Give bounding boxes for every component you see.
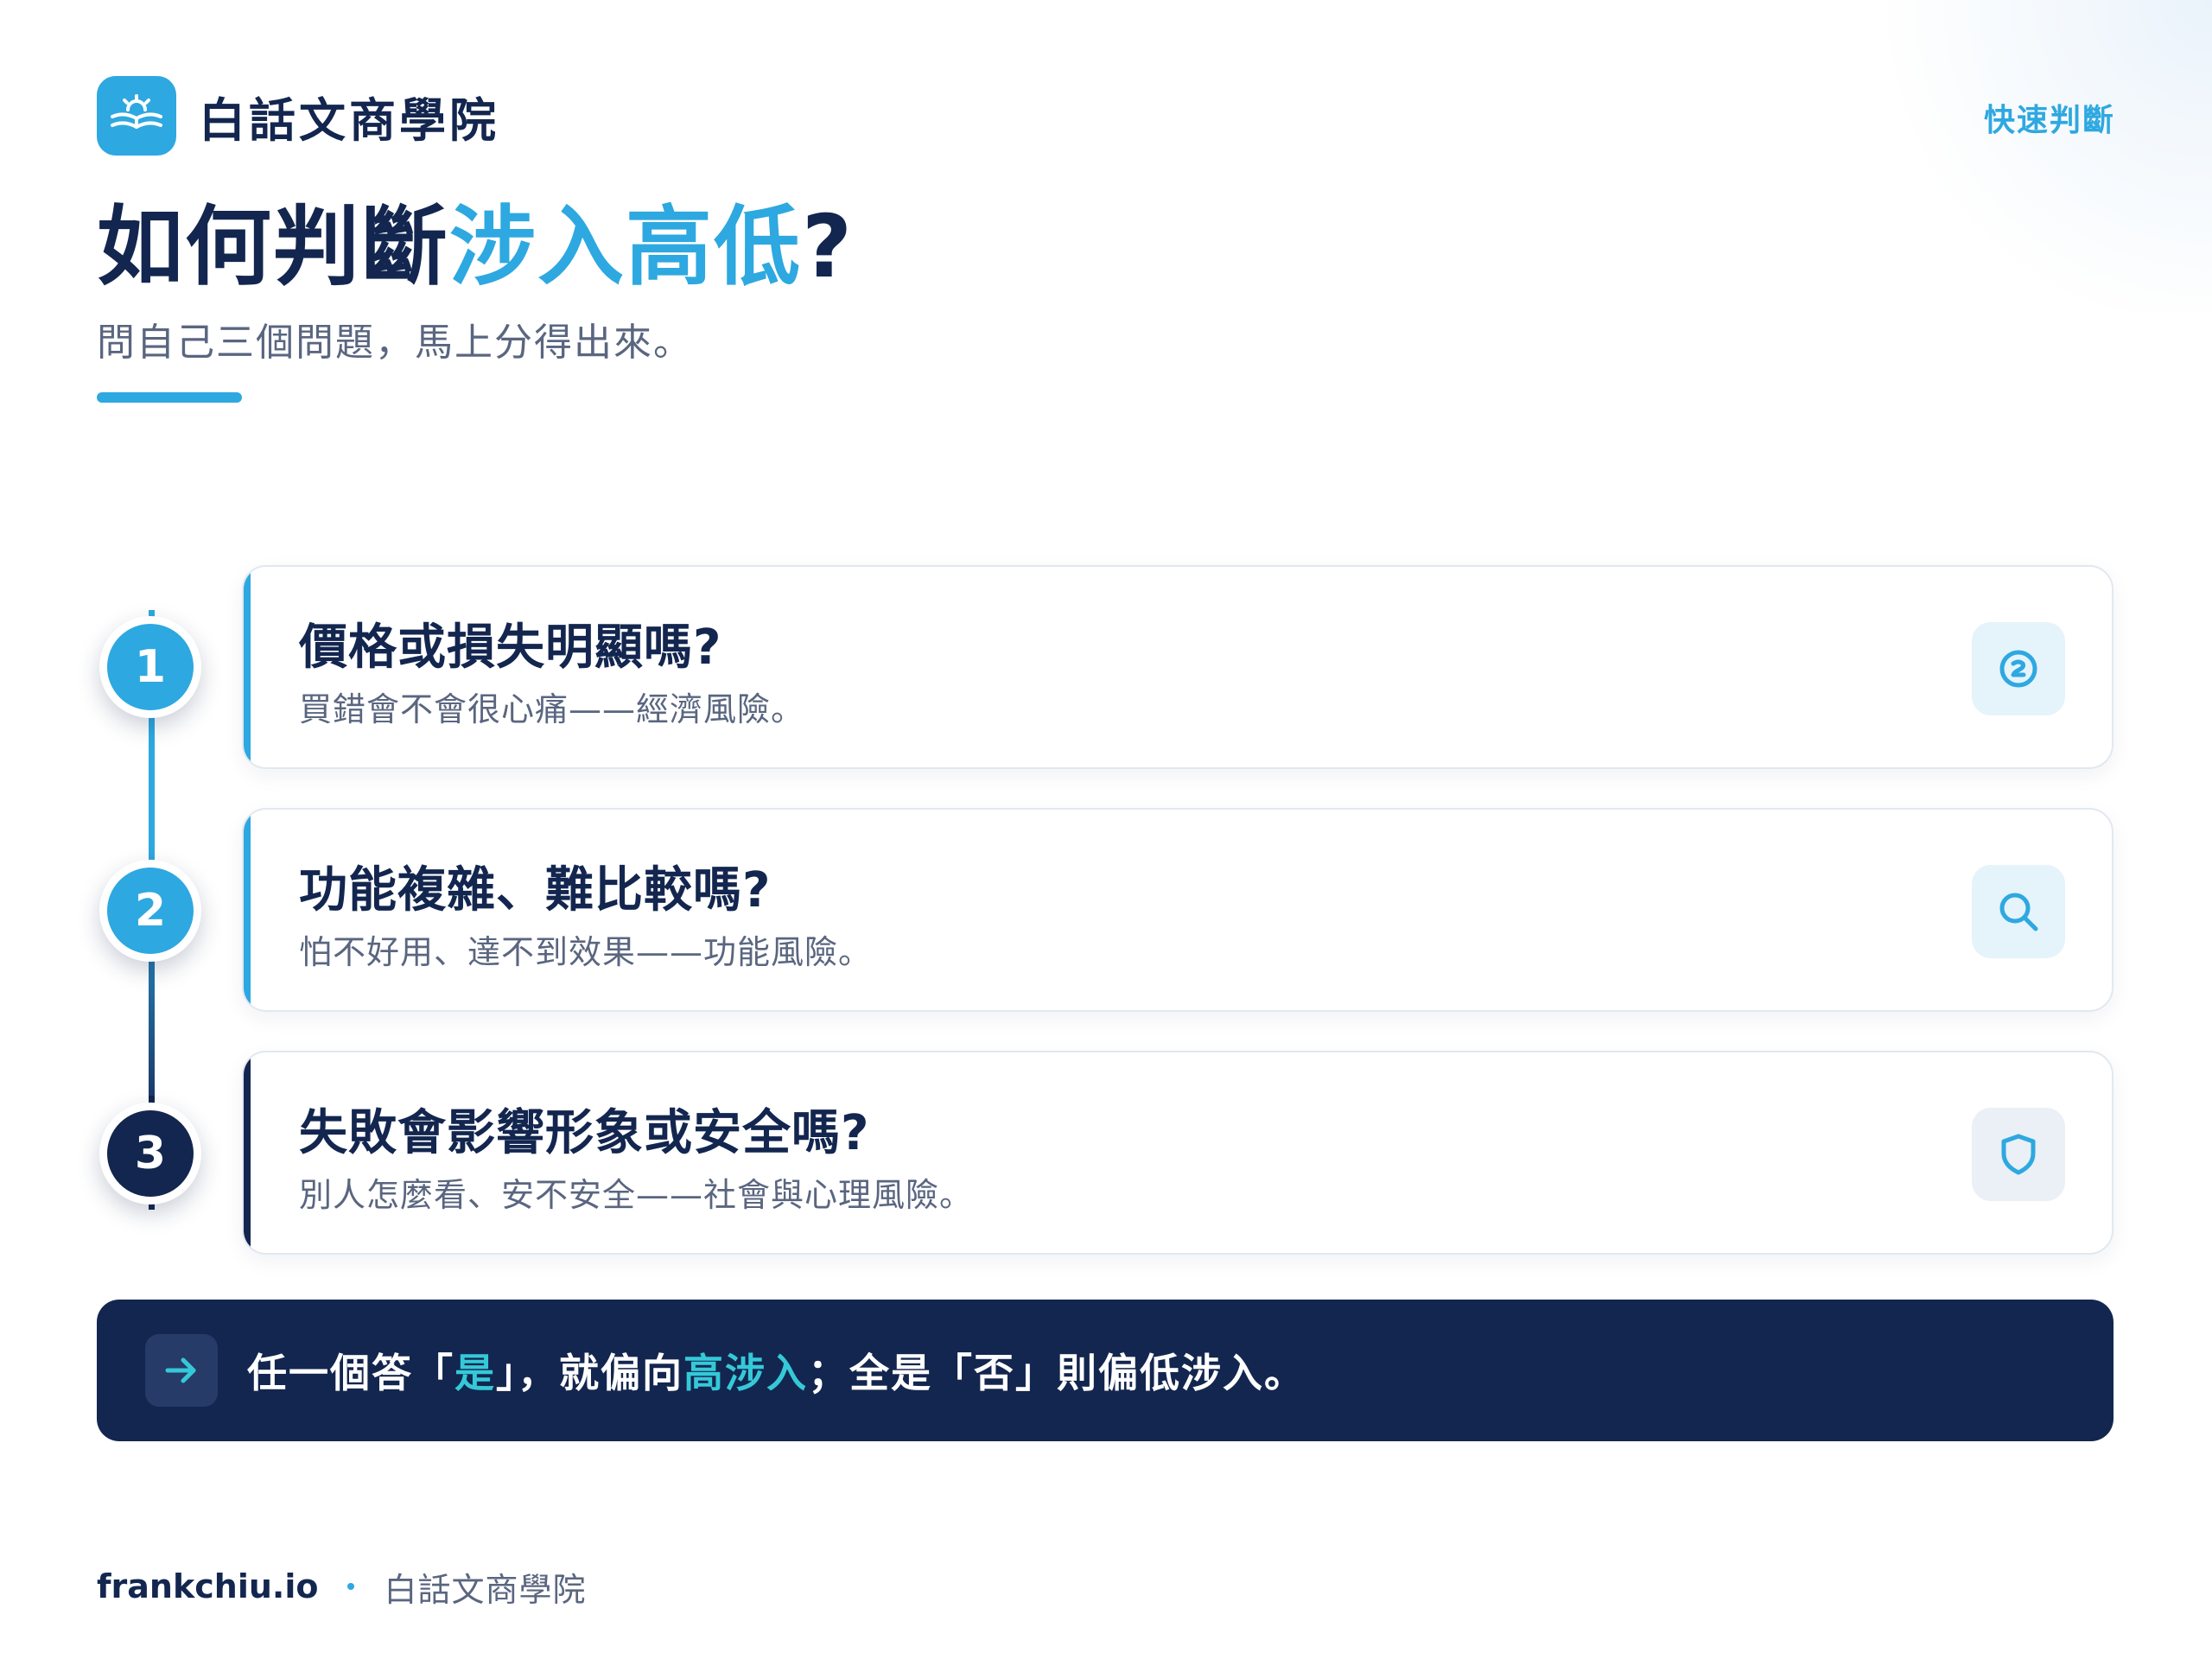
question-title: 功能複雜、難比較嗎? xyxy=(299,862,772,918)
step-number-1: 1 xyxy=(99,616,201,718)
page-subtitle: 問自己三個問題，馬上分得出來。 xyxy=(97,321,693,365)
step-number-2: 2 xyxy=(99,860,201,962)
open-book-sun-icon xyxy=(97,76,176,156)
title-underline xyxy=(97,392,242,403)
arrow-right-icon xyxy=(145,1334,218,1407)
question-card-3: 失敗會影響形象或安全嗎? 別人怎麼看、安不安全——社會與心理風險。 xyxy=(242,1051,2113,1255)
header-tag: 快速判斷 xyxy=(1983,103,2115,138)
footer-brand-name: 白話文商學院 xyxy=(384,1570,587,1609)
summary-part: 」，就偏向 xyxy=(496,1350,683,1396)
card-accent-bar xyxy=(244,567,251,767)
summary-high: 高涉入 xyxy=(683,1350,808,1396)
footer-site: frankchiu.io xyxy=(97,1567,319,1605)
search-icon xyxy=(1972,865,2065,958)
summary-text: 任一個答「是」，就偏向高涉入；全是「否」則偏低涉入。 xyxy=(247,1342,1306,1399)
brand-name: 白話文商學院 xyxy=(199,92,499,148)
summary-yes: 是 xyxy=(454,1350,496,1396)
coin-icon xyxy=(1972,622,2065,715)
corner-glow xyxy=(1849,0,2212,311)
summary-banner: 任一個答「是」，就偏向高涉入；全是「否」則偏低涉入。 xyxy=(97,1300,2113,1441)
question-card-2: 功能複雜、難比較嗎? 怕不好用、達不到效果——功能風險。 xyxy=(242,808,2113,1012)
question-desc: 別人怎麼看、安不安全——社會與心理風險。 xyxy=(299,1176,974,1214)
step-number-3: 3 xyxy=(99,1103,201,1205)
summary-part: ；全是「否」則偏低涉入。 xyxy=(808,1350,1306,1396)
card-accent-bar xyxy=(244,810,251,1010)
question-desc: 買錯會不會很心痛——經濟風險。 xyxy=(299,690,805,728)
question-desc: 怕不好用、達不到效果——功能風險。 xyxy=(299,933,873,971)
brand: 白話文商學院 xyxy=(97,74,499,157)
question-title: 失敗會影響形象或安全嗎? xyxy=(299,1105,870,1161)
footer: frankchiu.io 白話文商學院 xyxy=(97,1562,586,1611)
question-card-1: 價格或損失明顯嗎? 買錯會不會很心痛——經濟風險。 xyxy=(242,565,2113,769)
title-suffix: ? xyxy=(802,196,855,297)
card-accent-bar xyxy=(244,1052,251,1253)
title-main: 如何判斷 xyxy=(97,196,449,297)
question-title: 價格或損失明顯嗎? xyxy=(299,620,722,676)
footer-separator xyxy=(347,1583,355,1590)
shield-icon xyxy=(1972,1108,2065,1201)
title-accent: 涉入高低 xyxy=(449,196,802,297)
summary-part: 任一個答「 xyxy=(247,1350,454,1396)
page-title: 如何判斷涉入高低? xyxy=(97,195,854,299)
